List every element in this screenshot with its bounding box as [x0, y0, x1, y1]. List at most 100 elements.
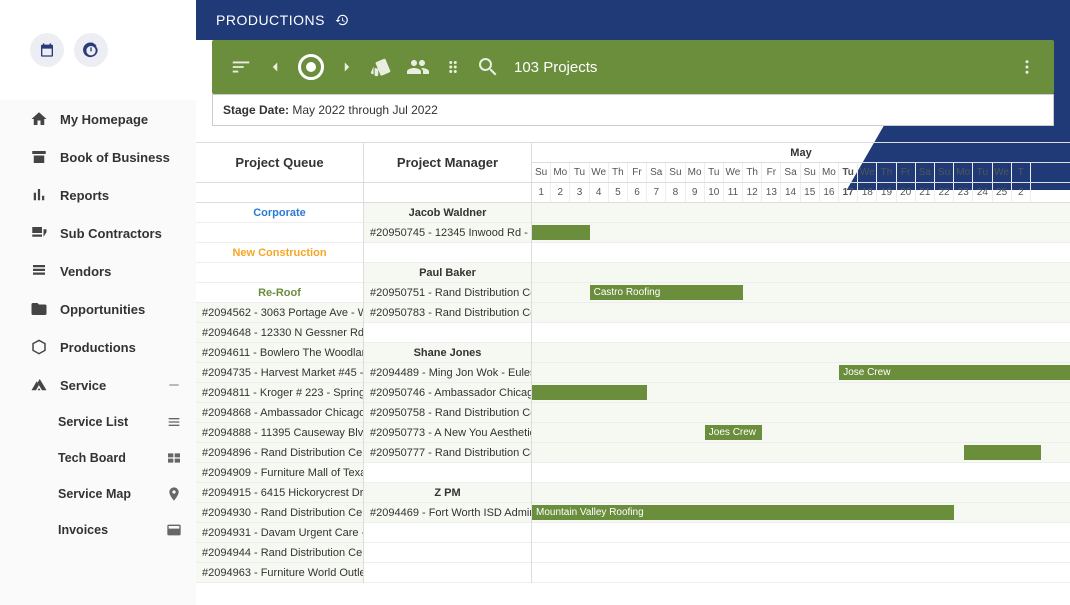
nav-opportunities[interactable]: Opportunities [0, 290, 196, 328]
subnav-service-map[interactable]: Service Map [0, 476, 196, 512]
cal-day: Th [609, 163, 628, 182]
pm-cell[interactable]: #20950746 - Ambassador Chicago - ... [364, 383, 531, 403]
pm-cell[interactable]: #2094469 - Fort Worth ISD Admin Bu... [364, 503, 531, 523]
gantt-bar[interactable]: Joes Crew [705, 425, 763, 440]
style-icon[interactable] [370, 56, 392, 78]
gantt-bar[interactable] [964, 445, 1041, 460]
search-icon[interactable] [476, 55, 500, 79]
cal-day: Sa [916, 163, 935, 182]
cal-row [532, 523, 1070, 543]
cal-date: 14 [781, 183, 800, 202]
sort-icon[interactable] [230, 56, 252, 78]
queue-cell[interactable]: #2094888 - 11395 Causeway Blvd - B... [196, 423, 363, 443]
pm-cell[interactable]: #20950773 - A New You Aesthetic - H... [364, 423, 531, 443]
queue-cell[interactable]: #2094562 - 3063 Portage Ave - Winni... [196, 303, 363, 323]
people-icon[interactable] [406, 55, 430, 79]
pm-cell[interactable]: Paul Baker [364, 263, 531, 283]
nav-reports[interactable]: Reports [0, 176, 196, 214]
nav-book-of-business[interactable]: Book of Business [0, 138, 196, 176]
nav-productions[interactable]: Productions [0, 328, 196, 366]
pm-cell[interactable]: #20950745 - 12345 Inwood Rd - Dall... [364, 223, 531, 243]
queue-cell[interactable] [196, 223, 363, 243]
queue-cell[interactable]: #2094611 - Bowlero The Woodlands ... [196, 343, 363, 363]
queue-cell[interactable]: New Construction [196, 243, 363, 263]
cal-day: Fr [762, 163, 781, 182]
queue-cell[interactable]: #2094896 - Rand Distribution Center... [196, 443, 363, 463]
pm-cell[interactable] [364, 463, 531, 483]
cal-date: 4 [590, 183, 609, 202]
cal-day: We [724, 163, 743, 182]
cal-row [532, 323, 1070, 343]
history-icon[interactable] [335, 13, 349, 27]
gantt-bar[interactable]: Castro Roofing [590, 285, 744, 300]
queue-cell[interactable] [196, 263, 363, 283]
cal-date: 18 [858, 183, 877, 202]
progress-ring-icon[interactable] [298, 54, 324, 80]
cal-row [532, 343, 1070, 363]
timer-icon-button[interactable] [74, 33, 108, 67]
pm-cell[interactable] [364, 543, 531, 563]
subnav-tech-board[interactable]: Tech Board [0, 440, 196, 476]
cal-day: Fr [897, 163, 916, 182]
nav-vendors[interactable]: Vendors [0, 252, 196, 290]
cal-date: 16 [820, 183, 839, 202]
pm-cell[interactable]: Z PM [364, 483, 531, 503]
queue-cell[interactable]: Corporate [196, 203, 363, 223]
pm-cell[interactable]: #20950751 - Rand Distribution Cente... [364, 283, 531, 303]
queue-cell[interactable]: #2094909 - Furniture Mall of Texas - ... [196, 463, 363, 483]
cal-row [532, 563, 1070, 583]
cal-day: Th [877, 163, 896, 182]
subnav-icon [166, 414, 182, 430]
queue-cell[interactable]: #2094931 - Davam Urgent Care - Ma... [196, 523, 363, 543]
subnav-service-list[interactable]: Service List [0, 404, 196, 440]
pm-cell[interactable]: #20950777 - Rand Distribution Cente... [364, 443, 531, 463]
pm-cell[interactable] [364, 563, 531, 583]
more-icon[interactable] [1018, 58, 1036, 76]
calendar-icon-button[interactable] [30, 33, 64, 67]
gantt-bar[interactable]: Mountain Valley Roofing [532, 505, 954, 520]
cal-row: Castro Roofing [532, 283, 1070, 303]
nav-label: Vendors [60, 264, 111, 279]
cal-day: Tu [973, 163, 992, 182]
pm-cell[interactable] [364, 243, 531, 263]
pm-cell[interactable]: #20950758 - Rand Distribution Cente... [364, 403, 531, 423]
queue-cell[interactable]: #2094735 - Harvest Market #45 - Spr... [196, 363, 363, 383]
nav-icon [30, 110, 48, 128]
nav-sub-contractors[interactable]: Sub Contractors [0, 214, 196, 252]
queue-cell[interactable]: #2094868 - Ambassador Chicago - C... [196, 403, 363, 423]
nav-label: Opportunities [60, 302, 145, 317]
nav-my-homepage[interactable]: My Homepage [0, 100, 196, 138]
stage-date-bar: Stage Date: May 2022 through Jul 2022 [212, 94, 1054, 126]
chevron-left-icon[interactable] [266, 58, 284, 76]
pm-cell[interactable] [364, 523, 531, 543]
pm-cell[interactable]: #2094489 - Ming Jon Wok - Euless, TX [364, 363, 531, 383]
drag-icon[interactable] [444, 58, 462, 76]
queue-cell[interactable]: #2094944 - Rand Distribution Center... [196, 543, 363, 563]
cal-date: 5 [609, 183, 628, 202]
cal-day: We [993, 163, 1012, 182]
cal-row [532, 463, 1070, 483]
subnav-invoices[interactable]: Invoices [0, 512, 196, 548]
queue-cell[interactable]: #2094915 - 6415 Hickorycrest Dr - Sp... [196, 483, 363, 503]
pm-cell[interactable]: Jacob Waldner [364, 203, 531, 223]
pm-cell[interactable]: #20950783 - Rand Distribution Cente... [364, 303, 531, 323]
gantt-bar[interactable] [532, 385, 647, 400]
cal-date: 9 [686, 183, 705, 202]
cal-day: Tu [705, 163, 724, 182]
cal-day: Th [743, 163, 762, 182]
queue-cell[interactable]: Re-Roof [196, 283, 363, 303]
queue-cell[interactable]: #2094648 - 12330 N Gessner Rd - Ho... [196, 323, 363, 343]
cal-row [532, 263, 1070, 283]
pm-cell[interactable] [364, 323, 531, 343]
queue-cell[interactable]: #2094930 - Rand Distribution Center... [196, 503, 363, 523]
chevron-right-icon[interactable] [338, 58, 356, 76]
nav-icon [30, 148, 48, 166]
pm-cell[interactable]: Shane Jones [364, 343, 531, 363]
nav-icon [30, 300, 48, 318]
queue-cell[interactable]: #2094963 - Furniture World Outlet - ... [196, 563, 363, 583]
queue-cell[interactable]: #2094811 - Kroger # 223 - Spring, TX [196, 383, 363, 403]
cal-row: Mountain Valley Roofing [532, 503, 1070, 523]
gantt-bar[interactable]: Jose Crew [839, 365, 1070, 380]
nav-service[interactable]: Service [0, 366, 196, 404]
gantt-bar[interactable] [532, 225, 590, 240]
